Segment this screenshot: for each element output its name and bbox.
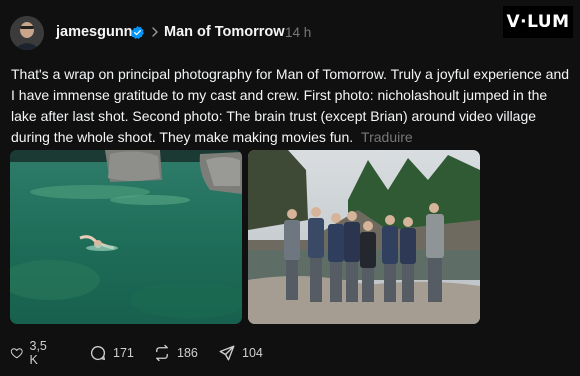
- post-timestamp: 14 h: [285, 25, 312, 40]
- username[interactable]: jamesgunn: [56, 24, 133, 40]
- watermark-logo: V·LUM: [503, 6, 573, 38]
- comment-icon: [90, 345, 106, 361]
- heart-icon: [10, 348, 23, 359]
- photo-lake-swimmer[interactable]: [10, 150, 242, 324]
- post-text: That's a wrap on principal photography f…: [11, 64, 571, 148]
- chevron-right-icon: [152, 27, 158, 37]
- community-link[interactable]: Man of Tomorrow: [164, 24, 285, 40]
- reply-count: 171: [113, 346, 134, 360]
- repost-button[interactable]: 186: [153, 343, 198, 363]
- threads-post: jamesgunn Man of Tomorrow 14 h V·LUM Tha…: [0, 0, 580, 376]
- like-count: 3,5 K: [29, 339, 47, 367]
- share-count: 104: [242, 346, 263, 360]
- photo-group[interactable]: [248, 150, 480, 324]
- repost-icon: [156, 344, 168, 362]
- post-body: That's a wrap on principal photography f…: [11, 66, 570, 145]
- reply-button[interactable]: 171: [89, 343, 134, 363]
- like-button[interactable]: 3,5 K: [10, 339, 51, 367]
- share-icon: [219, 345, 235, 361]
- watermark-text: V·LUM: [506, 12, 570, 32]
- translate-link[interactable]: Traduire: [361, 129, 413, 145]
- share-button[interactable]: 104: [218, 343, 263, 363]
- verified-badge-icon: [131, 25, 144, 39]
- avatar[interactable]: [10, 16, 44, 50]
- repost-count: 186: [177, 346, 198, 360]
